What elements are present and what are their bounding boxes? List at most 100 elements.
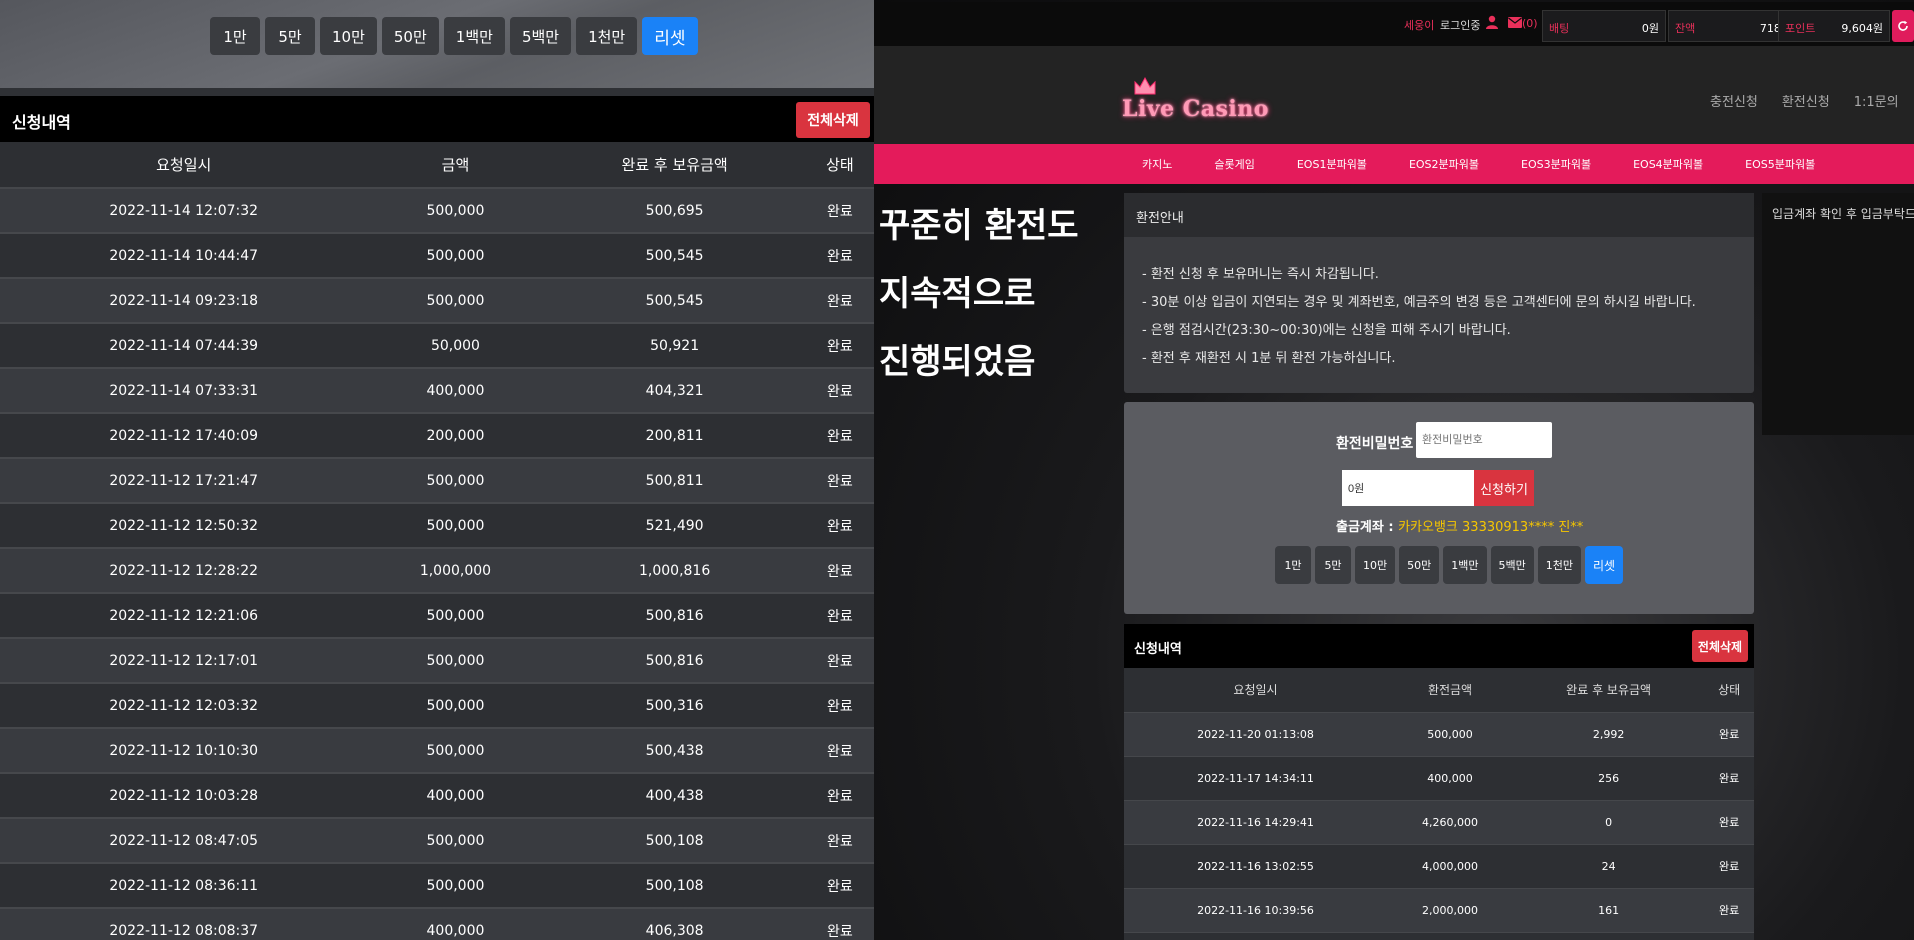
nav-eos4[interactable]: EOS4분파워볼 bbox=[1633, 156, 1703, 172]
table-cell: 24 bbox=[1513, 844, 1705, 889]
table-cell: 2022-11-14 07:44:39 bbox=[0, 323, 368, 369]
table-cell: 완료 bbox=[805, 908, 874, 940]
history-header: 신청내역 전체삭제 bbox=[0, 96, 874, 142]
chip-10m[interactable]: 1천만 bbox=[1537, 546, 1581, 584]
left-screenshot: 1만 5만 10만 50만 1백만 5백만 1천만 리셋 신청내역 전체삭제 요… bbox=[0, 0, 874, 940]
account-label: 출금계좌 : bbox=[1336, 520, 1399, 535]
nav-eos3[interactable]: EOS3분파워볼 bbox=[1521, 156, 1591, 172]
table-cell: 완료 bbox=[805, 368, 874, 414]
table-cell: 500,545 bbox=[543, 233, 806, 279]
table-row: 2022-11-12 12:03:32 500,000 500,316 완료 bbox=[0, 683, 874, 729]
table-cell: 2022-11-12 12:21:06 bbox=[0, 593, 368, 639]
caption-line: 지속적으로 bbox=[879, 274, 1036, 314]
table-cell: 500,108 bbox=[543, 818, 806, 864]
withdraw-link[interactable]: 환전신청 bbox=[1782, 91, 1830, 110]
table-cell: 완료 bbox=[1704, 756, 1754, 801]
table-cell: 2022-11-20 01:13:08 bbox=[1124, 712, 1388, 757]
site-logo[interactable]: Live Casino bbox=[1122, 74, 1268, 124]
password-input[interactable] bbox=[1416, 422, 1552, 458]
chip-100k[interactable]: 10만 bbox=[320, 17, 377, 55]
withdraw-history: 신청내역 전체삭제 요청일시 환전금액 완료 후 보유금액 상태 2022-11… bbox=[1124, 624, 1754, 940]
table-cell: 500,811 bbox=[543, 458, 806, 504]
amount-input[interactable] bbox=[1342, 470, 1474, 506]
caption-line: 진행되었음 bbox=[879, 342, 1036, 382]
chip-10k[interactable]: 1만 bbox=[210, 17, 260, 55]
table-row: 2022-11-14 07:44:39 50,000 50,921 완료 bbox=[0, 323, 874, 369]
info-line: - 30분 이상 입금이 지연되는 경우 및 계좌번호, 예금주의 변경 등은 … bbox=[1142, 295, 1696, 310]
nav-eos5[interactable]: EOS5분파워볼 bbox=[1745, 156, 1815, 172]
table-cell: 완료 bbox=[805, 638, 874, 684]
table-cell: 완료 bbox=[805, 503, 874, 549]
chip-50k[interactable]: 5만 bbox=[1315, 546, 1351, 584]
history-title: 신청내역 bbox=[12, 113, 71, 132]
table-cell: 2022-11-12 12:50:32 bbox=[0, 503, 368, 549]
table-cell: 2022-11-17 14:34:11 bbox=[1124, 756, 1388, 801]
reset-button[interactable]: 리셋 bbox=[1585, 546, 1624, 584]
table-cell: 500,000 bbox=[367, 818, 544, 864]
table-cell: 500,000 bbox=[367, 728, 544, 774]
nav-eos1[interactable]: EOS1분파워볼 bbox=[1297, 156, 1367, 172]
table-row: 2022-11-12 08:08:37 400,000 406,308 완료 bbox=[0, 908, 874, 940]
chip-5m[interactable]: 5백만 bbox=[1490, 546, 1534, 584]
login-status: 로그인중 bbox=[1440, 19, 1481, 32]
chip-500k[interactable]: 50만 bbox=[1399, 546, 1440, 584]
info-lines: - 환전 신청 후 보유머니는 즉시 차감됩니다. - 30분 이상 입금이 지… bbox=[1142, 261, 1696, 373]
user-icon[interactable] bbox=[1486, 15, 1498, 29]
refresh-button[interactable] bbox=[1892, 10, 1914, 42]
table-cell: 200,000 bbox=[367, 413, 544, 459]
chip-10k[interactable]: 1만 bbox=[1275, 546, 1311, 584]
table-cell: 2022-11-16 13:02:55 bbox=[1124, 844, 1388, 889]
table-cell: 완료 bbox=[805, 773, 874, 819]
table-cell: 50,000 bbox=[367, 323, 544, 369]
delete-all-button[interactable]: 전체삭제 bbox=[796, 102, 870, 138]
table-row: 2022-11-12 10:10:30 500,000 500,438 완료 bbox=[0, 728, 874, 774]
table-cell: 406,308 bbox=[543, 908, 806, 940]
table-row: 2022-11-16 10:39:56 2,000,000 161 완료 bbox=[1124, 888, 1754, 933]
apply-button[interactable]: 신청하기 bbox=[1474, 470, 1534, 506]
info-line: - 환전 후 재환전 시 1분 뒤 환전 가능하십니다. bbox=[1142, 351, 1396, 366]
table-row: 2022-11-20 01:13:08 500,000 2,992 완료 bbox=[1124, 712, 1754, 757]
delete-all-button[interactable]: 전체삭제 bbox=[1692, 630, 1748, 662]
column-header: 환전금액 bbox=[1387, 668, 1514, 713]
chip-100k[interactable]: 10만 bbox=[1355, 546, 1396, 584]
deposit-link[interactable]: 충전신청 bbox=[1710, 91, 1758, 110]
chip-50k[interactable]: 5만 bbox=[265, 17, 315, 55]
table-cell: 2022-11-14 07:33:31 bbox=[0, 368, 368, 414]
point-value: 9,604원 bbox=[1841, 22, 1883, 35]
logo-text: Live Casino bbox=[1122, 96, 1269, 122]
history-table: 요청일시 환전금액 완료 후 보유금액 상태 2022-11-20 01:13:… bbox=[1124, 668, 1754, 933]
withdraw-account: 출금계좌 : 카카오뱅크 33330913**** 진** bbox=[1336, 516, 1583, 535]
inquiry-link[interactable]: 1:1문의 bbox=[1854, 91, 1899, 110]
table-cell: 500,108 bbox=[543, 863, 806, 909]
chip-1m[interactable]: 1백만 bbox=[443, 17, 505, 55]
point-stat: 포인트 9,604원 bbox=[1778, 10, 1890, 42]
mail-icon[interactable] bbox=[1508, 17, 1522, 28]
table-row: 2022-11-14 07:33:31 400,000 404,321 완료 bbox=[0, 368, 874, 414]
amount-chips: 1만 5만 10만 50만 1백만 5백만 1천만 리셋 bbox=[210, 17, 698, 55]
header-links: 충전신청 환전신청 1:1문의 bbox=[1710, 91, 1899, 110]
table-cell: 완료 bbox=[805, 188, 874, 234]
table-cell: 200,811 bbox=[543, 413, 806, 459]
table-cell: 500,000 bbox=[367, 188, 544, 234]
chip-10m[interactable]: 1천만 bbox=[576, 17, 638, 55]
table-cell: 400,000 bbox=[1387, 756, 1514, 801]
table-cell: 2022-11-12 12:03:32 bbox=[0, 683, 368, 729]
reset-button[interactable]: 리셋 bbox=[642, 17, 698, 55]
table-cell: 500,000 bbox=[1387, 712, 1514, 757]
nav-slot[interactable]: 슬롯게임 bbox=[1214, 156, 1254, 172]
nav-casino[interactable]: 카지노 bbox=[1142, 156, 1172, 172]
chip-5m[interactable]: 5백만 bbox=[509, 17, 572, 55]
chip-1m[interactable]: 1백만 bbox=[1443, 546, 1487, 584]
table-cell: 완료 bbox=[805, 683, 874, 729]
nav-eos2[interactable]: EOS2분파워볼 bbox=[1409, 156, 1479, 172]
column-header: 금액 bbox=[367, 142, 544, 189]
user-name: 세웅이 bbox=[1404, 19, 1435, 32]
balance-label: 잔액 bbox=[1675, 22, 1696, 35]
table-row: 2022-11-12 12:17:01 500,000 500,816 완료 bbox=[0, 638, 874, 684]
point-label: 포인트 bbox=[1785, 22, 1816, 35]
table-cell: 완료 bbox=[805, 233, 874, 279]
chip-500k[interactable]: 50만 bbox=[381, 17, 439, 55]
table-row: 2022-11-12 08:36:11 500,000 500,108 완료 bbox=[0, 863, 874, 909]
table-cell: 400,000 bbox=[367, 368, 544, 414]
table-cell: 161 bbox=[1513, 888, 1705, 933]
